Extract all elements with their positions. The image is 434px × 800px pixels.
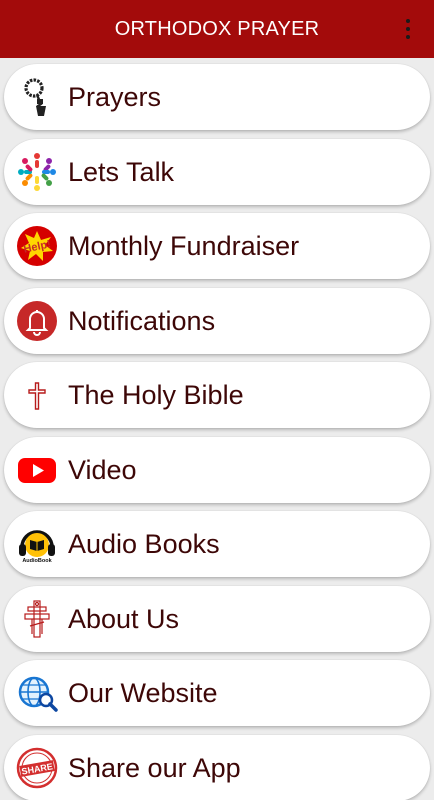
menu-item-about-us[interactable]: About Us bbox=[4, 586, 430, 652]
app-title: ORTHODOX PRAYER bbox=[114, 17, 320, 40]
menu-item-label: Prayers bbox=[68, 81, 162, 112]
menu-item-audio-books[interactable]: AudioBook Audio Books bbox=[4, 511, 430, 577]
globe-search-icon bbox=[16, 672, 58, 714]
share-stamp-icon: SHARE bbox=[16, 747, 58, 789]
menu-item-label: Share our App bbox=[68, 752, 241, 783]
menu-item-label: Video bbox=[68, 454, 137, 485]
help-badge-icon: Help! bbox=[16, 225, 58, 267]
menu-item-share-app[interactable]: SHARE Share our App bbox=[4, 735, 430, 800]
more-vertical-icon[interactable] bbox=[404, 19, 412, 39]
menu-item-prayers[interactable]: Prayers bbox=[4, 64, 430, 130]
cross-icon bbox=[16, 374, 58, 416]
menu-item-lets-talk[interactable]: Lets Talk bbox=[4, 139, 430, 205]
menu-item-label: The Holy Bible bbox=[68, 379, 244, 410]
menu-item-monthly-fundraiser[interactable]: Help! Monthly Fundraiser bbox=[4, 213, 430, 279]
app-bar: ORTHODOX PRAYER bbox=[0, 0, 434, 58]
menu-list: Prayers Lets Talk Help! Monthly Fundrais… bbox=[0, 58, 434, 800]
orthodox-cross-icon bbox=[16, 598, 58, 640]
menu-item-label: Our Website bbox=[68, 677, 218, 708]
headphones-book-icon: AudioBook bbox=[16, 523, 58, 565]
menu-item-label: Monthly Fundraiser bbox=[68, 230, 300, 261]
svg-text:AudioBook: AudioBook bbox=[22, 558, 52, 564]
menu-item-label: About Us bbox=[68, 603, 180, 634]
menu-item-label: Notifications bbox=[68, 305, 216, 336]
prayer-rope-icon bbox=[16, 76, 58, 118]
menu-item-notifications[interactable]: Notifications bbox=[4, 288, 430, 354]
menu-item-our-website[interactable]: Our Website bbox=[4, 660, 430, 726]
people-circle-icon bbox=[16, 151, 58, 193]
play-video-icon bbox=[16, 449, 58, 491]
menu-item-label: Lets Talk bbox=[68, 156, 175, 187]
menu-item-video[interactable]: Video bbox=[4, 437, 430, 503]
menu-item-label: Audio Books bbox=[68, 528, 220, 559]
bell-icon bbox=[16, 300, 58, 342]
menu-item-holy-bible[interactable]: The Holy Bible bbox=[4, 362, 430, 428]
